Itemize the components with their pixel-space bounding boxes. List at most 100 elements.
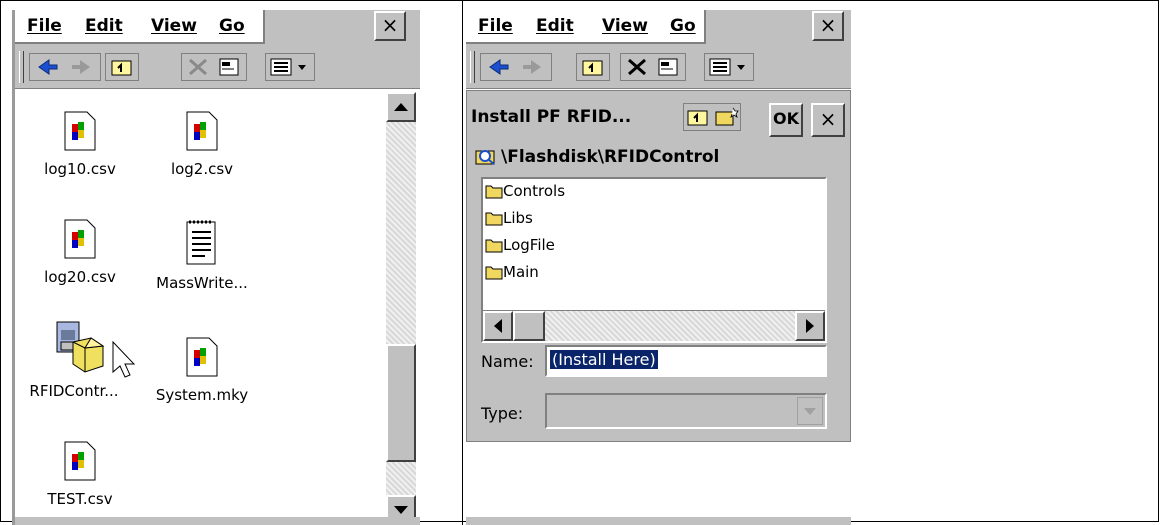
up-folder-button[interactable] (105, 53, 139, 81)
folder-name: Main (503, 263, 539, 281)
back-icon[interactable] (35, 58, 59, 76)
menu-go[interactable]: Go (219, 16, 245, 36)
name-input[interactable]: (Install Here) (545, 345, 827, 377)
scroll-up-button[interactable] (386, 92, 416, 122)
menu-edit[interactable]: Edit (536, 16, 574, 36)
edit-button-group (620, 53, 686, 81)
up-folder-icon[interactable] (687, 108, 709, 126)
file-name: log20.csv (44, 268, 116, 286)
path-text: \Flashdisk\RFIDControl (501, 147, 720, 167)
spreadsheet-file-icon (186, 111, 218, 151)
ok-button[interactable]: OK (769, 103, 803, 137)
text-document-icon (186, 220, 216, 265)
toolbar (15, 48, 420, 89)
nav-button-group (29, 53, 101, 81)
type-dropdown-button[interactable] (797, 397, 823, 425)
folder-icon (485, 266, 503, 280)
delete-icon[interactable] (187, 57, 209, 77)
file-item[interactable]: log20.csv (25, 218, 135, 286)
dialog-folder-buttons (683, 103, 741, 131)
back-icon[interactable] (486, 58, 510, 76)
menu-group: File Edit View Go (466, 10, 706, 44)
toolbar (466, 48, 851, 89)
arrow-up-icon (394, 103, 408, 111)
menu-edit[interactable]: Edit (85, 16, 123, 36)
arrow-right-icon (806, 319, 814, 333)
view-dropdown-button[interactable] (704, 53, 754, 81)
file-item[interactable]: MassWrite... (147, 218, 257, 292)
scroll-right-button[interactable] (795, 311, 825, 341)
status-strip (15, 517, 420, 525)
menu-bar: File Edit View Go × (15, 10, 420, 48)
scroll-thumb[interactable] (513, 311, 545, 341)
file-name: TEST.csv (47, 490, 113, 508)
file-name: System.mky (155, 386, 249, 404)
file-item[interactable]: RFIDContr... (25, 320, 136, 400)
folder-name: Controls (503, 182, 566, 200)
up-folder-icon (582, 60, 603, 76)
install-dialog: Install PF RFID... OK × \Flashdisk\RFIDC… (466, 90, 851, 442)
close-button[interactable]: × (374, 11, 406, 41)
toolbar-grip[interactable] (470, 51, 475, 83)
installer-package-icon (56, 321, 136, 378)
properties-icon[interactable] (657, 57, 681, 77)
menu-file[interactable]: File (478, 16, 513, 36)
list-item[interactable]: Main (485, 260, 539, 284)
name-label: Name: (481, 352, 534, 371)
panel-divider (462, 0, 463, 525)
forward-icon[interactable] (521, 58, 545, 76)
forward-icon[interactable] (70, 58, 94, 76)
content-area (466, 442, 851, 525)
dialog-title: Install PF RFID... (471, 107, 632, 127)
new-folder-icon[interactable] (715, 106, 739, 126)
folder-icon (485, 239, 503, 253)
menu-view[interactable]: View (151, 16, 197, 36)
chevron-down-icon (804, 408, 816, 415)
close-button[interactable]: × (812, 11, 844, 41)
status-strip (466, 517, 851, 525)
view-details-icon (709, 58, 745, 76)
scroll-left-button[interactable] (483, 311, 513, 341)
folder-icon (485, 212, 503, 226)
folder-name: Libs (503, 209, 533, 227)
menu-go[interactable]: Go (670, 16, 696, 36)
spreadsheet-file-icon (64, 111, 96, 151)
type-select[interactable] (545, 393, 827, 429)
menu-group: File Edit View Go (15, 10, 265, 44)
up-folder-icon (111, 60, 132, 76)
name-value: (Install Here) (550, 350, 658, 369)
file-name: log2.csv (170, 160, 234, 178)
arrow-left-icon (494, 319, 502, 333)
vertical-scrollbar[interactable] (386, 92, 416, 525)
file-item[interactable]: System.mky (147, 336, 257, 404)
list-item[interactable]: Libs (485, 206, 533, 230)
file-item[interactable]: log10.csv (25, 110, 135, 178)
view-details-icon (270, 58, 306, 76)
list-item[interactable]: LogFile (485, 233, 555, 257)
install-dialog-window: File Edit View Go × Install PF RFID... O… (466, 10, 851, 525)
scroll-thumb[interactable] (386, 344, 416, 462)
type-label: Type: (481, 404, 524, 423)
dialog-close-button[interactable]: × (811, 103, 845, 137)
delete-icon[interactable] (626, 57, 648, 77)
folder-icon (485, 185, 503, 199)
menu-file[interactable]: File (27, 16, 62, 36)
toolbar-grip[interactable] (19, 51, 24, 83)
nav-button-group (480, 53, 552, 81)
folder-name: LogFile (503, 236, 555, 254)
view-dropdown-button[interactable] (265, 53, 315, 81)
menu-view[interactable]: View (602, 16, 648, 36)
menu-bar: File Edit View Go × (466, 10, 851, 48)
file-name: log10.csv (44, 160, 116, 178)
horizontal-scrollbar[interactable] (483, 310, 825, 341)
file-item[interactable]: log2.csv (147, 110, 257, 178)
current-path: \Flashdisk\RFIDControl (475, 146, 719, 167)
file-explorer-window: File Edit View Go × log10.csv log2.csv l… (12, 10, 420, 525)
list-item[interactable]: Controls (485, 179, 565, 203)
file-item[interactable]: TEST.csv (25, 440, 135, 508)
spreadsheet-file-icon (64, 441, 96, 481)
up-folder-button[interactable] (576, 53, 610, 81)
spreadsheet-file-icon (64, 219, 96, 259)
properties-icon[interactable] (218, 57, 242, 77)
folder-list[interactable]: Controls Libs LogFile Main (481, 177, 827, 343)
